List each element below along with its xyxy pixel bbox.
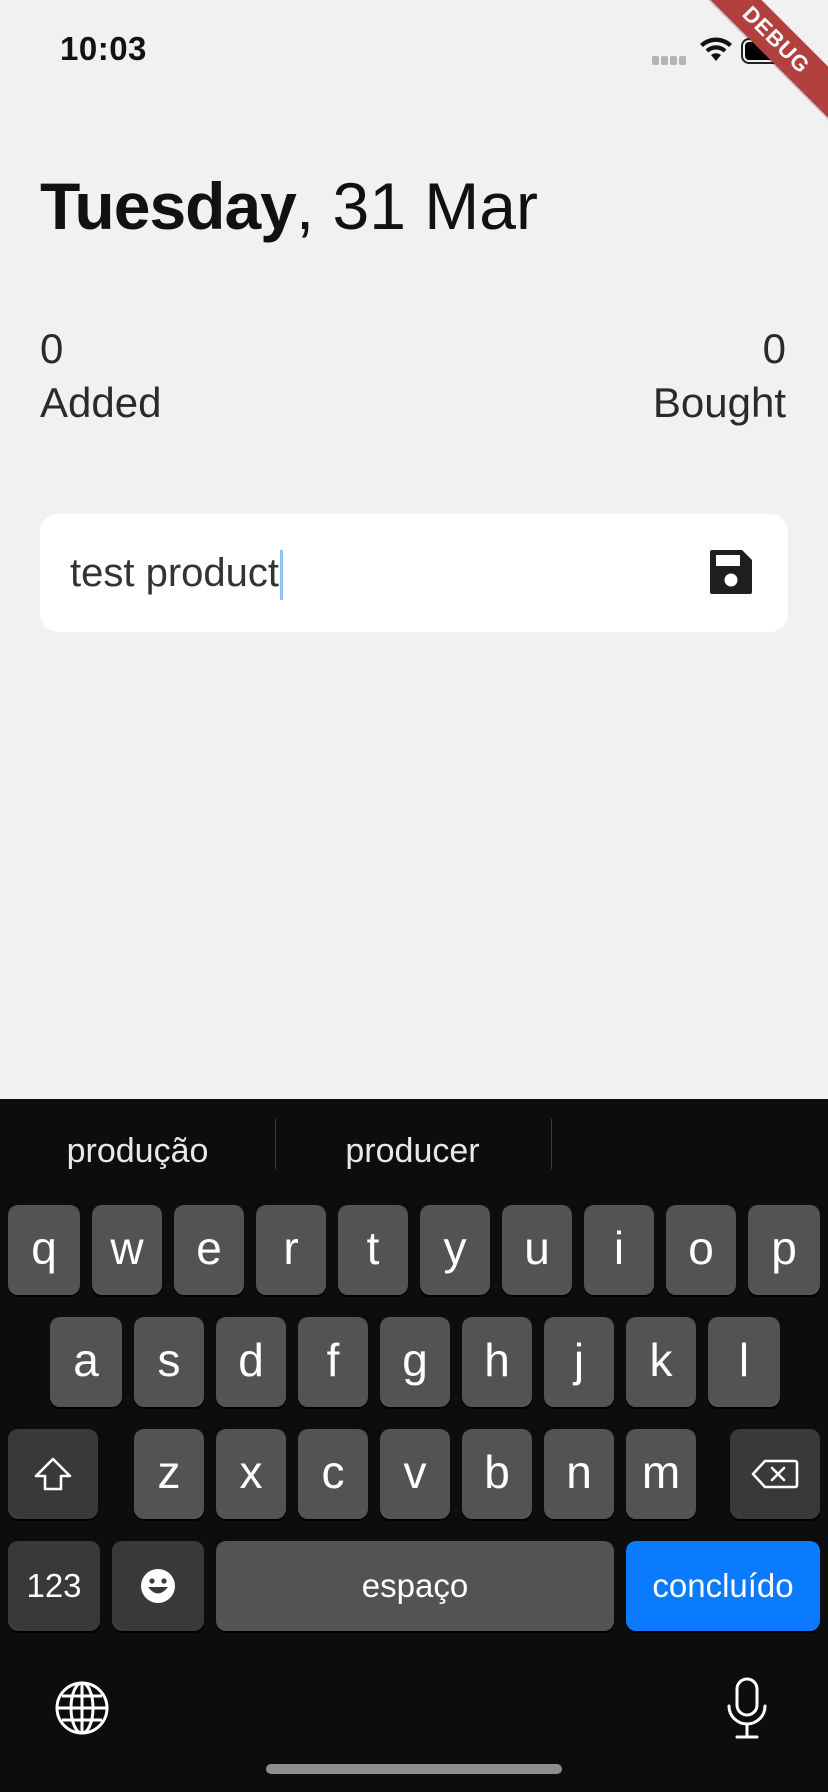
key-n[interactable]: n	[544, 1429, 614, 1519]
emoji-icon	[141, 1569, 175, 1603]
wifi-icon	[700, 37, 732, 61]
key-a[interactable]: a	[50, 1317, 122, 1407]
home-indicator[interactable]	[266, 1764, 562, 1774]
backspace-icon	[751, 1459, 799, 1489]
key-l[interactable]: l	[708, 1317, 780, 1407]
bought-counter: 0 Bought	[653, 322, 786, 430]
shift-icon	[34, 1457, 72, 1491]
backspace-key[interactable]	[730, 1429, 820, 1519]
globe-icon[interactable]	[54, 1680, 110, 1736]
product-input-value: test product	[70, 551, 280, 595]
added-label: Added	[40, 379, 162, 426]
key-d[interactable]: d	[216, 1317, 286, 1407]
key-m[interactable]: m	[626, 1429, 696, 1519]
suggestion-bar: produção producer	[0, 1099, 828, 1203]
key-j[interactable]: j	[544, 1317, 614, 1407]
page-title: Tuesday, 31 Mar	[40, 168, 538, 244]
key-s[interactable]: s	[134, 1317, 204, 1407]
save-icon[interactable]	[708, 548, 754, 596]
shift-key[interactable]	[8, 1429, 98, 1519]
key-i[interactable]: i	[584, 1205, 654, 1295]
key-p[interactable]: p	[748, 1205, 820, 1295]
key-v[interactable]: v	[380, 1429, 450, 1519]
key-y[interactable]: y	[420, 1205, 490, 1295]
key-z[interactable]: z	[134, 1429, 204, 1519]
done-key[interactable]: concluído	[626, 1541, 820, 1631]
key-b[interactable]: b	[462, 1429, 532, 1519]
key-q[interactable]: q	[8, 1205, 80, 1295]
key-g[interactable]: g	[380, 1317, 450, 1407]
key-o[interactable]: o	[666, 1205, 736, 1295]
key-t[interactable]: t	[338, 1205, 408, 1295]
key-u[interactable]: u	[502, 1205, 572, 1295]
product-input[interactable]: test product	[70, 544, 284, 602]
product-input-card: test product	[40, 514, 788, 632]
key-c[interactable]: c	[298, 1429, 368, 1519]
space-key[interactable]: espaço	[216, 1541, 614, 1631]
key-k[interactable]: k	[626, 1317, 696, 1407]
day-label: Tuesday	[40, 169, 297, 243]
date-label: , 31 Mar	[295, 169, 538, 243]
suggestion-item[interactable]: produção	[0, 1099, 275, 1203]
status-time: 10:03	[60, 30, 147, 67]
text-caret	[280, 550, 284, 601]
numbers-key[interactable]: 123	[8, 1541, 100, 1631]
suggestion-item[interactable]: producer	[275, 1099, 550, 1203]
emoji-key[interactable]	[112, 1541, 204, 1631]
key-e[interactable]: e	[174, 1205, 244, 1295]
bought-count: 0	[762, 325, 786, 372]
status-bar: 10:03	[0, 0, 828, 100]
added-count: 0	[40, 325, 64, 372]
key-f[interactable]: f	[298, 1317, 368, 1407]
key-r[interactable]: r	[256, 1205, 326, 1295]
added-counter: 0 Added	[40, 322, 161, 430]
microphone-icon[interactable]	[724, 1676, 770, 1742]
key-x[interactable]: x	[216, 1429, 286, 1519]
bought-label: Bought	[652, 379, 786, 426]
signal-icon	[652, 52, 690, 65]
key-w[interactable]: w	[92, 1205, 162, 1295]
key-h[interactable]: h	[462, 1317, 532, 1407]
suggestion-divider	[551, 1119, 552, 1169]
